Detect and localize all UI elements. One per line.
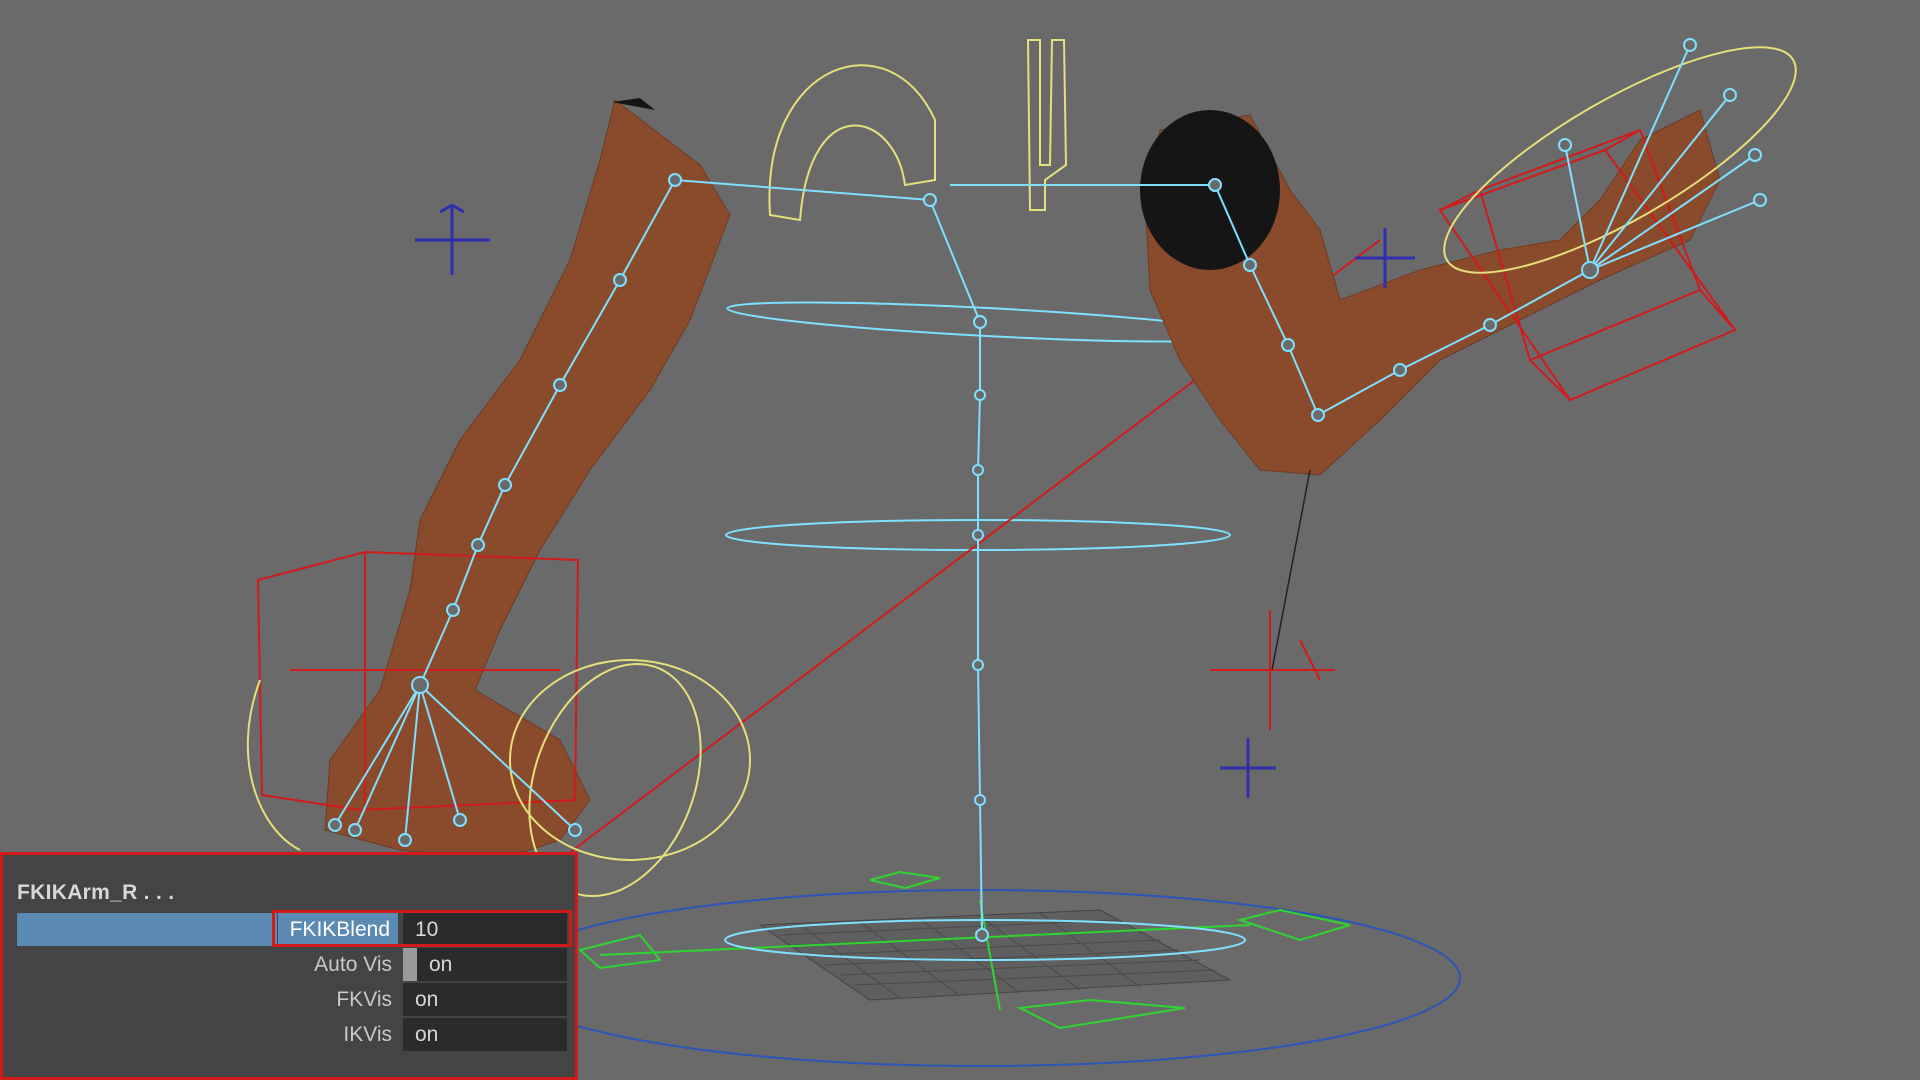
- pole-vector-line: [1271, 469, 1311, 671]
- shoulder-cap: [1140, 110, 1280, 270]
- row-selection-bar: [17, 913, 277, 946]
- left-arm-mesh: [324, 99, 731, 861]
- attribute-row-fkikblend[interactable]: FKIKBlend 10: [17, 910, 572, 947]
- attribute-value-field[interactable]: on: [403, 1018, 567, 1051]
- attribute-value-field[interactable]: on: [403, 948, 567, 981]
- spine-controls[interactable]: [724, 294, 1248, 961]
- attribute-row-autovis[interactable]: Auto Vis on: [17, 948, 567, 981]
- attribute-label: IKVis: [343, 1023, 392, 1046]
- attribute-row-fkvis[interactable]: FKVis on: [17, 983, 567, 1016]
- keyed-marker: [403, 948, 417, 981]
- channel-box: FKIKArm_R . . . FKIKBlend 10 Auto Vis on…: [0, 852, 578, 1080]
- attribute-value-field[interactable]: on: [403, 983, 567, 1016]
- attribute-label: FKIKBlend: [277, 913, 398, 946]
- attribute-row-ikvis[interactable]: IKVis on: [17, 1018, 567, 1051]
- attribute-value-field[interactable]: 10: [403, 913, 567, 946]
- attribute-label: Auto Vis: [314, 953, 392, 976]
- attribute-label: FKVis: [336, 988, 392, 1011]
- node-title: FKIKArm_R . . .: [17, 881, 175, 904]
- clavicle-controls[interactable]: [768, 39, 1068, 222]
